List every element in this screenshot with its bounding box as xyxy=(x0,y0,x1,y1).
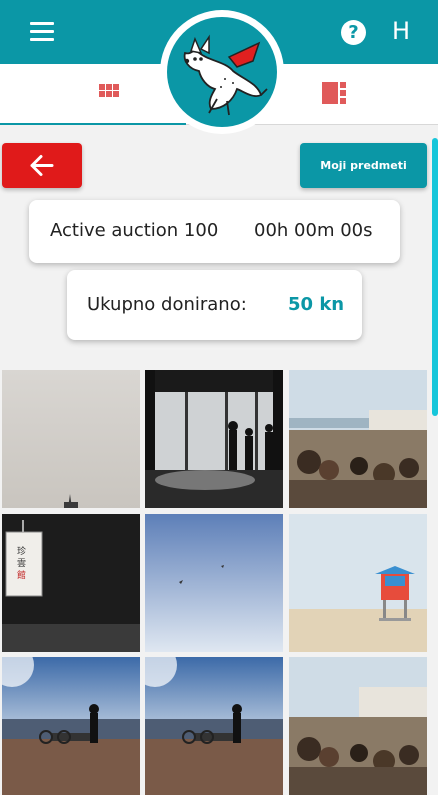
user-initial-button[interactable]: H xyxy=(392,16,410,46)
donation-label: Ukupno donirano: xyxy=(87,294,247,315)
svg-text:館: 館 xyxy=(17,569,26,581)
gallery-photo[interactable] xyxy=(2,370,140,508)
auction-title: Active auction 100 xyxy=(50,220,219,241)
gallery-photo[interactable] xyxy=(2,657,140,795)
hamburger-menu-icon[interactable] xyxy=(30,22,54,42)
gallery-photo[interactable] xyxy=(289,657,427,795)
grid-view-icon[interactable] xyxy=(99,84,119,104)
gallery-photo[interactable] xyxy=(145,370,283,508)
my-items-button[interactable]: Moji predmeti xyxy=(300,143,427,188)
list-view-icon[interactable] xyxy=(322,82,346,104)
svg-text:雲: 雲 xyxy=(17,558,26,569)
scrollbar-thumb[interactable] xyxy=(432,138,438,416)
arrow-left-icon xyxy=(30,155,54,176)
gallery-photo[interactable] xyxy=(289,370,427,508)
question-circle-icon[interactable]: ? xyxy=(341,20,366,45)
gallery-photo[interactable]: 珍 雲 館 xyxy=(2,514,140,652)
active-tab-indicator xyxy=(0,123,186,125)
donation-total-card: Ukupno donirano: 50 kn xyxy=(67,270,362,340)
gallery-photo[interactable] xyxy=(289,514,427,652)
gallery-photo[interactable] xyxy=(145,657,283,795)
flying-dog-mascot-logo[interactable] xyxy=(160,10,284,134)
back-button[interactable] xyxy=(2,143,82,188)
gallery-photo[interactable] xyxy=(145,514,283,652)
auction-info-card: Active auction 100 00h 00m 00s xyxy=(29,200,400,263)
svg-text:珍: 珍 xyxy=(17,545,26,557)
donation-value: 50 kn xyxy=(288,294,345,315)
auction-timer: 00h 00m 00s xyxy=(254,220,373,241)
